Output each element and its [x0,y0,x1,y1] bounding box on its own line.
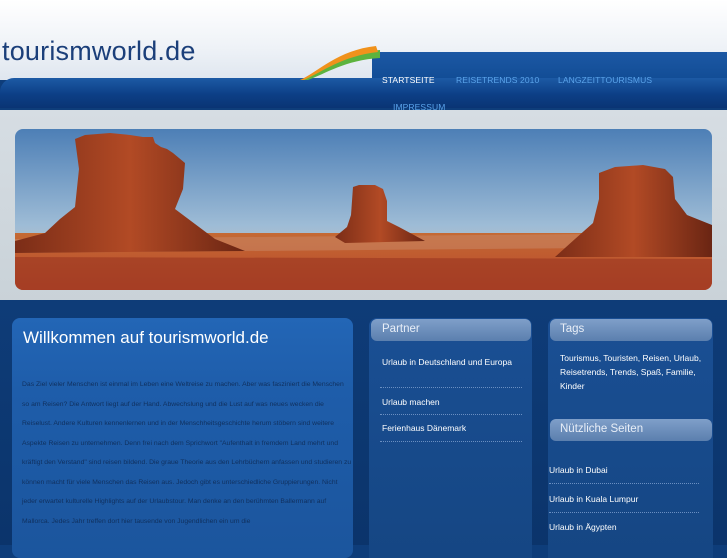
main-text: Das Ziel vieler Menschen ist einmal im L… [22,381,352,525]
partner-divider [380,387,522,388]
partner-link-ferienhaus[interactable]: Ferienhaus Dänemark [382,421,466,435]
partner-sidebar [369,318,532,558]
partner-link-urlaub-machen[interactable]: Urlaub machen [382,395,440,409]
site-title[interactable]: tourismworld.de [2,36,196,67]
tags-list[interactable]: Tourismus, Touristen, Reisen, Urlaub, Re… [560,351,710,393]
main-title: Willkommen auf tourismworld.de [23,328,269,347]
nav-item-startseite[interactable]: STARTSEITE [382,75,435,85]
hero-image [15,129,712,290]
partner-heading: Partner [382,323,420,335]
partner-link-deutschland-europa[interactable]: Urlaub in Deutschland und Europa [382,355,517,369]
useful-link-aegypten[interactable]: Urlaub in Ägypten [549,520,617,534]
tags-heading: Tags [560,323,585,335]
useful-link-dubai[interactable]: Urlaub in Dubai [549,463,608,477]
useful-divider [549,512,699,513]
useful-link-kuala-lumpur[interactable]: Urlaub in Kuala Lumpur [549,492,638,506]
nav-item-reisetrends[interactable]: REISETRENDS 2010 [456,75,539,85]
partner-divider [380,441,522,442]
partner-divider [380,414,522,415]
nav-item-langzeittourismus[interactable]: LANGZEITTOURISMUS [558,75,652,85]
useful-divider [549,483,699,484]
swoosh-logo-graphic [300,46,380,80]
useful-heading: Nützliche Seiten [560,423,644,435]
